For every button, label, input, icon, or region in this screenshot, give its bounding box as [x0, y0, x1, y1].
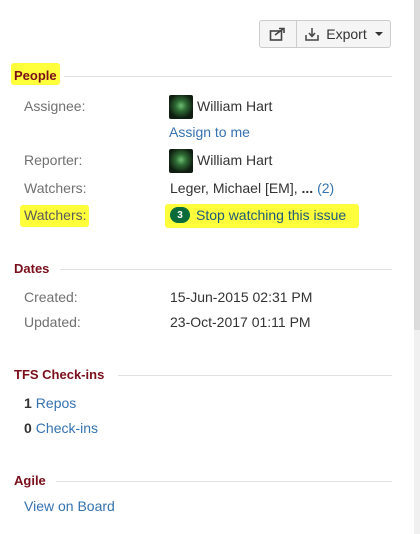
section-divider [60, 269, 392, 270]
tfs-repos-link[interactable]: 1 Repos [24, 395, 76, 411]
section-header-tfs: TFS Check-ins [14, 367, 105, 382]
section-header-dates: Dates [14, 261, 50, 276]
avatar [169, 95, 193, 119]
assignee-label: Assignee: [24, 98, 86, 114]
watchers-names[interactable]: Leger, Michael [EM], [170, 180, 298, 196]
share-button[interactable] [259, 20, 297, 48]
section-divider [118, 375, 392, 376]
updated-label: Updated: [24, 314, 81, 330]
share-icon [269, 27, 285, 41]
section-header-agile: Agile [14, 473, 46, 488]
checkins-label[interactable]: Check-ins [36, 420, 98, 436]
reporter-name[interactable]: William Hart [197, 152, 272, 168]
stop-watching-link[interactable]: 3 Stop watching this issue [170, 207, 346, 223]
reporter-label: Reporter: [24, 152, 83, 168]
download-icon [305, 28, 320, 41]
watchers-action-label: Watchers: [24, 207, 87, 223]
vertical-scrollbar[interactable] [414, 0, 420, 534]
checkins-count: 0 [24, 420, 32, 436]
scrollbar-thumb[interactable] [414, 0, 420, 330]
watch-count-badge: 3 [170, 207, 190, 223]
chevron-down-icon [374, 32, 383, 36]
view-on-board-link[interactable]: View on Board [24, 498, 115, 514]
export-button[interactable]: Export [296, 20, 391, 48]
created-value: 15-Jun-2015 02:31 PM [170, 289, 313, 305]
issue-toolbar: Export [259, 20, 391, 48]
repos-label[interactable]: Repos [36, 395, 76, 411]
tfs-checkins-link[interactable]: 0 Check-ins [24, 420, 98, 436]
repos-count: 1 [24, 395, 32, 411]
updated-value: 23-Oct-2017 01:11 PM [170, 314, 311, 330]
section-header-people: People [14, 68, 57, 83]
watchers-list: Leger, Michael [EM], ... (2) [170, 180, 334, 196]
export-label: Export [326, 26, 367, 42]
avatar [169, 149, 193, 173]
watchers-label: Watchers: [24, 180, 87, 196]
section-divider [56, 481, 392, 482]
watchers-count-link[interactable]: (2) [317, 180, 334, 196]
assign-to-me-link[interactable]: Assign to me [169, 124, 250, 140]
created-label: Created: [24, 289, 78, 305]
stop-watching-label[interactable]: Stop watching this issue [196, 207, 346, 223]
watchers-more[interactable]: ... [302, 180, 314, 196]
section-divider [64, 76, 392, 77]
assignee-name[interactable]: William Hart [197, 98, 272, 114]
